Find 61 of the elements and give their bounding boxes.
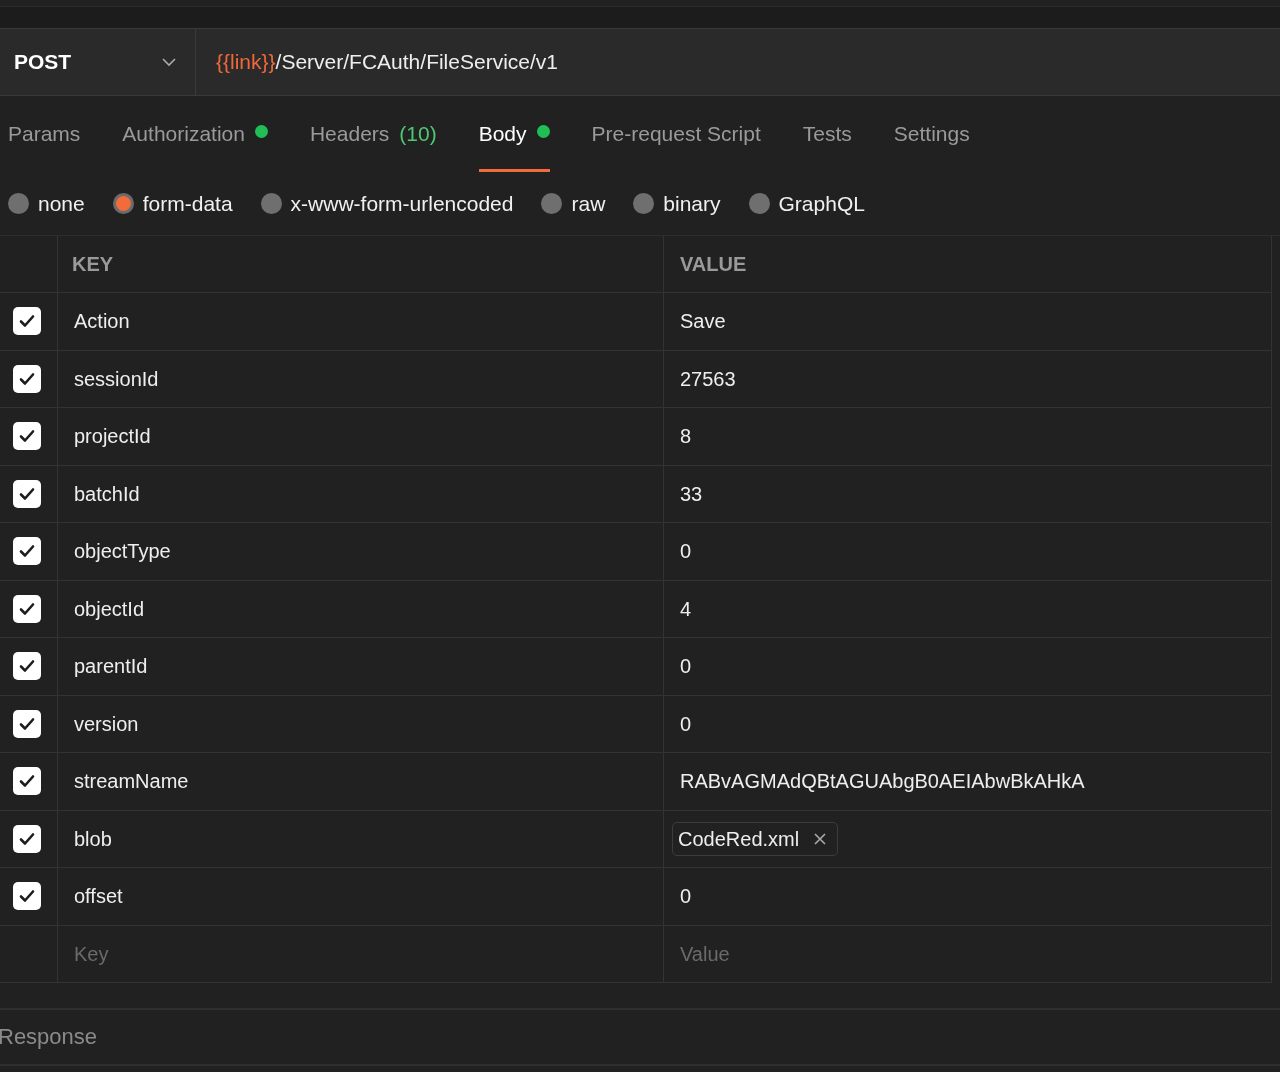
close-icon[interactable] xyxy=(813,831,828,846)
value-cell-text: 0 xyxy=(679,711,692,737)
value-input[interactable]: Value xyxy=(680,938,1240,969)
chevron-down-icon xyxy=(161,57,177,67)
value-cell-text: 33 xyxy=(679,481,703,507)
checkbox[interactable] xyxy=(12,709,41,738)
key-cell-text: sessionId xyxy=(74,366,159,392)
radio-label: x-www-form-urlencoded xyxy=(290,190,514,217)
checkbox[interactable] xyxy=(12,307,41,336)
tab[interactable]: Pre-request Script xyxy=(591,116,761,172)
checkbox[interactable] xyxy=(12,479,41,508)
tab[interactable]: Params xyxy=(8,116,81,172)
value-cell-text: 0 xyxy=(679,884,692,910)
radio-label: none xyxy=(38,190,85,217)
column-header: KEY xyxy=(72,252,114,277)
file-chip: CodeRed.xml xyxy=(672,821,839,856)
radio-button[interactable] xyxy=(541,193,563,214)
tab[interactable]: Settings xyxy=(893,116,970,172)
radio-label: raw xyxy=(571,190,606,217)
column-header: VALUE xyxy=(680,252,747,277)
tab[interactable]: Headers (10) xyxy=(309,116,437,172)
value-cell-text: 0 xyxy=(679,654,692,680)
radio-button[interactable] xyxy=(8,193,29,214)
checkbox[interactable] xyxy=(12,422,41,451)
value-cell-text: Save xyxy=(679,309,726,335)
value-cell-text: RABvAGMAdQBtAGUAbgB0AEIAbwBkAHkA xyxy=(679,769,1085,795)
key-cell-text: streamName xyxy=(74,769,189,795)
tab[interactable]: Authorization xyxy=(122,116,268,172)
key-cell-text: objectType xyxy=(74,539,171,565)
checkbox[interactable] xyxy=(12,594,41,623)
key-cell-text: parentId xyxy=(74,654,148,680)
checkbox[interactable] xyxy=(12,537,41,566)
key-cell-text: version xyxy=(74,711,139,737)
checkbox[interactable] xyxy=(12,364,41,393)
key-cell-text: offset xyxy=(74,884,123,910)
url-field[interactable]: {{link}}/Server/FCAuth/FileService/v1 xyxy=(196,29,1280,95)
value-cell-text: 0 xyxy=(679,539,692,565)
value-cell-text: 27563 xyxy=(679,366,736,392)
key-input[interactable]: Key xyxy=(74,938,634,969)
checkbox[interactable] xyxy=(12,824,41,853)
key-cell-text: batchId xyxy=(74,481,140,507)
key-cell-text: blob xyxy=(74,826,112,852)
radio-button[interactable] xyxy=(633,193,655,214)
key-cell-text: objectId xyxy=(74,596,145,622)
key-cell-text: Action xyxy=(74,309,130,335)
radio-button[interactable] xyxy=(112,193,134,214)
tab[interactable]: Body xyxy=(478,116,550,172)
radio-button[interactable] xyxy=(260,193,282,214)
radio-label: GraphQL xyxy=(778,190,865,217)
checkbox[interactable] xyxy=(12,652,41,681)
radio-label: binary xyxy=(663,190,721,217)
method-dropdown[interactable]: POST xyxy=(0,29,196,95)
checkbox[interactable] xyxy=(12,767,41,796)
radio-button[interactable] xyxy=(748,193,770,214)
value-cell-text: 4 xyxy=(679,596,692,622)
value-cell-text: 8 xyxy=(679,424,692,450)
radio-label: form-data xyxy=(142,190,233,217)
key-cell-text: projectId xyxy=(74,424,151,450)
checkbox[interactable] xyxy=(12,882,41,911)
tab[interactable]: Tests xyxy=(802,116,852,172)
response-title: Response xyxy=(0,1023,98,1051)
